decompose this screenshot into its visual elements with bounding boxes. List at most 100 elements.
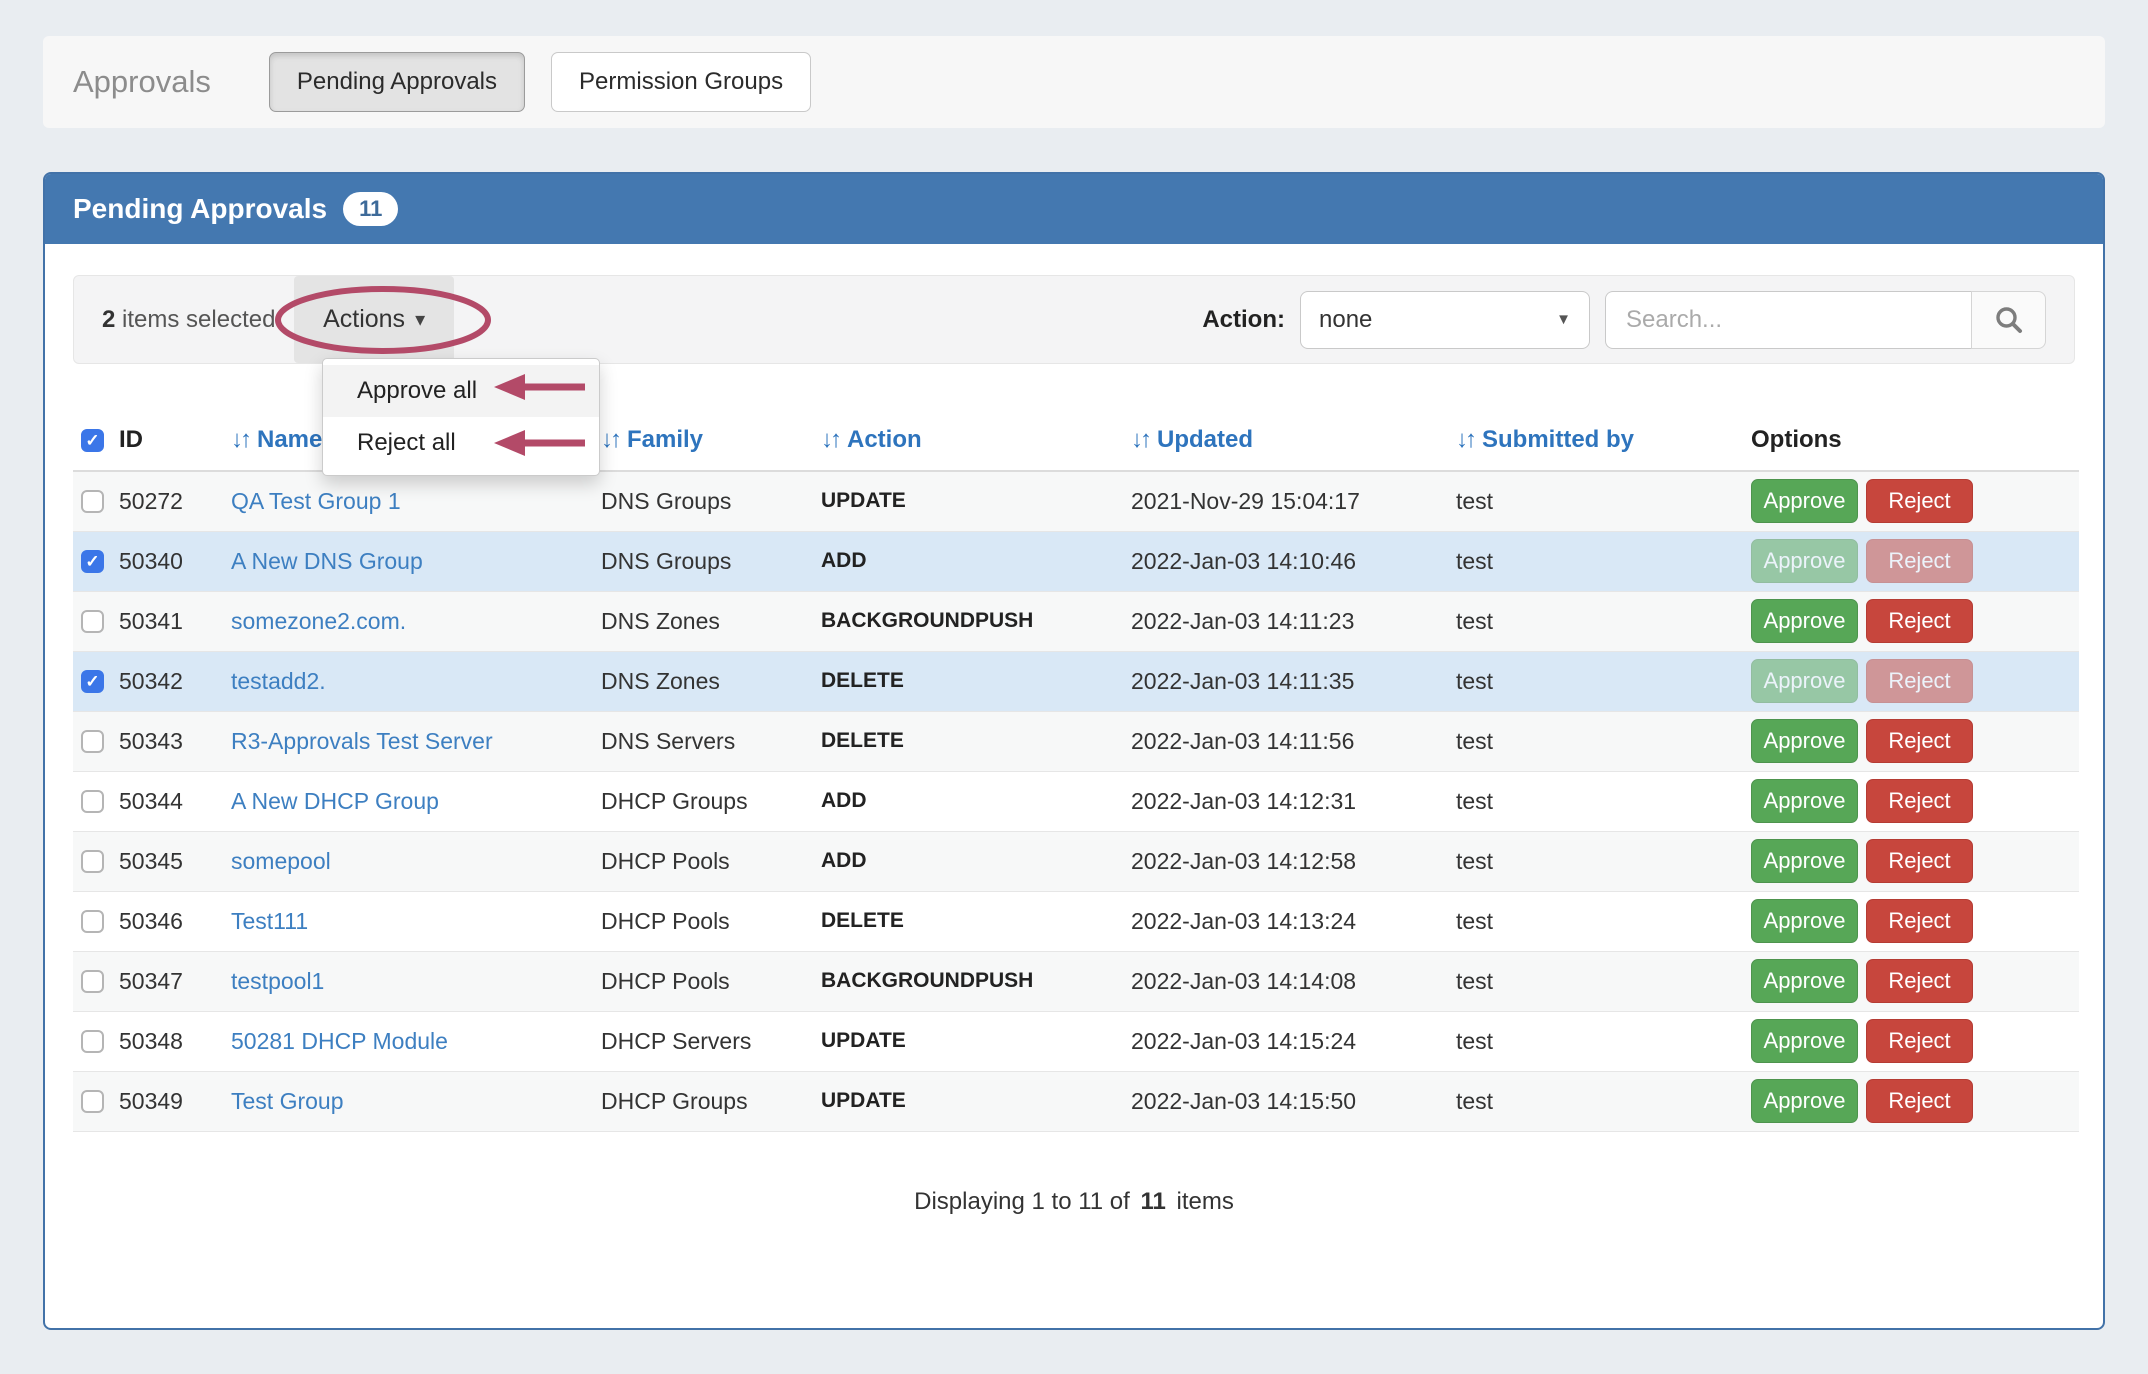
column-header-options: Options: [1751, 426, 2079, 471]
row-name-link[interactable]: Test111: [231, 908, 308, 934]
row-checkbox[interactable]: [81, 970, 104, 993]
sort-icon: ↓↑: [821, 426, 839, 453]
row-updated: 2022-Jan-03 14:15:24: [1131, 1028, 1356, 1054]
reject-button[interactable]: Reject: [1866, 959, 1973, 1003]
row-updated: 2021-Nov-29 15:04:17: [1131, 488, 1360, 514]
row-family: DNS Servers: [601, 728, 735, 754]
menu-item-reject-all[interactable]: Reject all: [323, 417, 599, 469]
actions-dropdown-button[interactable]: Actions ▾: [294, 276, 454, 363]
reject-button[interactable]: Reject: [1866, 1079, 1973, 1123]
row-action: DELETE: [821, 729, 904, 752]
tab-permission-groups[interactable]: Permission Groups: [551, 52, 811, 112]
approve-button[interactable]: Approve: [1751, 1079, 1858, 1123]
row-family: DHCP Groups: [601, 1088, 748, 1114]
row-id: 50343: [119, 728, 183, 754]
row-name-link[interactable]: testpool1: [231, 968, 324, 994]
action-select[interactable]: none ▼: [1300, 291, 1590, 349]
row-updated: 2022-Jan-03 14:11:35: [1131, 668, 1354, 694]
row-updated: 2022-Jan-03 14:12:31: [1131, 788, 1356, 814]
row-action: BACKGROUNDPUSH: [821, 609, 1033, 632]
row-action: ADD: [821, 789, 867, 812]
row-action: BACKGROUNDPUSH: [821, 969, 1033, 992]
count-badge: 11: [343, 192, 398, 226]
reject-button[interactable]: Reject: [1866, 719, 1973, 763]
column-header-submitted-by[interactable]: ↓↑Submitted by: [1456, 426, 1751, 471]
toolbar: 2 items selected. Actions ▾ Action: none…: [73, 275, 2075, 364]
row-checkbox[interactable]: [81, 490, 104, 513]
pagination-status: Displaying 1 to 11 of 11 items: [45, 1188, 2103, 1216]
search-button[interactable]: [1971, 291, 2046, 349]
reject-button[interactable]: Reject: [1866, 839, 1973, 883]
row-name-link[interactable]: somezone2.com.: [231, 608, 406, 634]
row-checkbox[interactable]: [81, 610, 104, 633]
row-checkbox[interactable]: [81, 730, 104, 753]
column-header-family[interactable]: ↓↑Family: [601, 426, 821, 471]
top-bar: Approvals Pending ApprovalsPermission Gr…: [43, 36, 2105, 128]
row-id: 50272: [119, 488, 183, 514]
row-checkbox[interactable]: [81, 670, 104, 693]
reject-button[interactable]: Reject: [1866, 479, 1973, 523]
row-name-link[interactable]: A New DNS Group: [231, 548, 423, 574]
toolbar-right: Action: none ▼: [1202, 291, 2074, 349]
column-label: Name: [257, 426, 322, 453]
sort-icon: ↓↑: [601, 426, 619, 453]
reject-button[interactable]: Reject: [1866, 779, 1973, 823]
reject-button[interactable]: Reject: [1866, 599, 1973, 643]
table-row: 50340A New DNS GroupDNS GroupsADD2022-Ja…: [73, 531, 2079, 591]
row-updated: 2022-Jan-03 14:12:58: [1131, 848, 1356, 874]
search-input[interactable]: [1605, 291, 1971, 349]
row-action: UPDATE: [821, 489, 906, 512]
row-id: 50341: [119, 608, 183, 634]
action-filter-label: Action:: [1202, 306, 1285, 334]
panel-title: Pending Approvals: [73, 193, 327, 225]
table-row: 50341somezone2.com.DNS ZonesBACKGROUNDPU…: [73, 591, 2079, 651]
row-action: UPDATE: [821, 1029, 906, 1052]
menu-item-approve-all[interactable]: Approve all: [323, 365, 599, 417]
row-family: DHCP Servers: [601, 1028, 751, 1054]
reject-button[interactable]: Reject: [1866, 899, 1973, 943]
row-checkbox[interactable]: [81, 1090, 104, 1113]
approve-button[interactable]: Approve: [1751, 899, 1858, 943]
row-family: DNS Zones: [601, 668, 720, 694]
row-updated: 2022-Jan-03 14:11:23: [1131, 608, 1354, 634]
row-id: 50349: [119, 1088, 183, 1114]
reject-button[interactable]: Reject: [1866, 1019, 1973, 1063]
search-group: [1605, 291, 2046, 349]
row-checkbox[interactable]: [81, 790, 104, 813]
table-row: 50342testadd2.DNS ZonesDELETE2022-Jan-03…: [73, 651, 2079, 711]
row-name-link[interactable]: testadd2.: [231, 668, 326, 694]
row-name-link[interactable]: Test Group: [231, 1088, 344, 1114]
column-header-id: ID: [119, 426, 231, 471]
row-name-link[interactable]: 50281 DHCP Module: [231, 1028, 448, 1054]
row-name-link[interactable]: QA Test Group 1: [231, 488, 401, 514]
approve-button[interactable]: Approve: [1751, 959, 1858, 1003]
row-action: ADD: [821, 549, 867, 572]
approve-button[interactable]: Approve: [1751, 719, 1858, 763]
row-name-link[interactable]: R3-Approvals Test Server: [231, 728, 493, 754]
approve-button[interactable]: Approve: [1751, 839, 1858, 883]
approve-button[interactable]: Approve: [1751, 599, 1858, 643]
row-checkbox[interactable]: [81, 1030, 104, 1053]
column-header-action[interactable]: ↓↑Action: [821, 426, 1131, 471]
search-icon: [1994, 305, 2024, 335]
row-submitted-by: test: [1456, 908, 1493, 934]
pagination-total: 11: [1140, 1188, 1165, 1215]
approve-button[interactable]: Approve: [1751, 479, 1858, 523]
selected-items-text: 2 items selected.: [102, 306, 282, 334]
tab-pending-approvals[interactable]: Pending Approvals: [269, 52, 525, 112]
row-name-link[interactable]: somepool: [231, 848, 331, 874]
row-updated: 2022-Jan-03 14:10:46: [1131, 548, 1356, 574]
row-name-link[interactable]: A New DHCP Group: [231, 788, 439, 814]
row-checkbox[interactable]: [81, 850, 104, 873]
approve-button: Approve: [1751, 539, 1858, 583]
column-label: Updated: [1157, 426, 1253, 453]
approve-button[interactable]: Approve: [1751, 779, 1858, 823]
select-all-checkbox[interactable]: [81, 429, 104, 452]
row-submitted-by: test: [1456, 1028, 1493, 1054]
column-header-updated[interactable]: ↓↑Updated: [1131, 426, 1456, 471]
row-checkbox[interactable]: [81, 910, 104, 933]
approve-button[interactable]: Approve: [1751, 1019, 1858, 1063]
selected-count: 2: [102, 306, 115, 333]
row-submitted-by: test: [1456, 608, 1493, 634]
row-checkbox[interactable]: [81, 550, 104, 573]
